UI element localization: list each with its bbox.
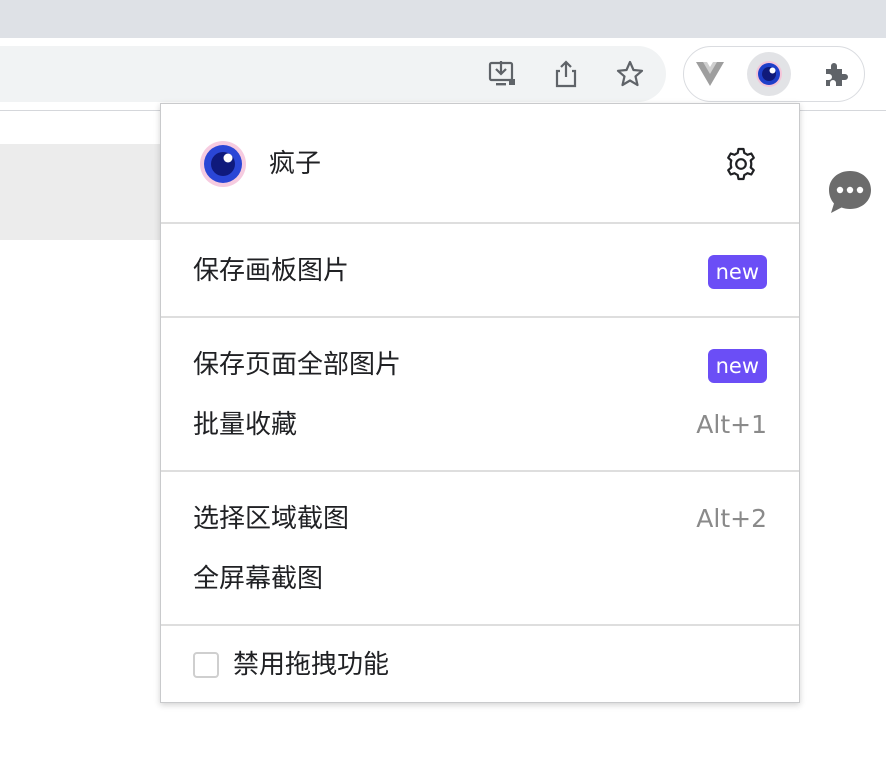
new-badge: new — [707, 349, 767, 383]
page-content-block — [0, 144, 160, 240]
menu-item-label: 批量收藏 — [193, 410, 298, 440]
save-board-images-item[interactable]: 保存画板图片 new — [161, 246, 799, 296]
share-icon[interactable] — [550, 58, 582, 90]
menu-item-label: 全屏幕截图 — [193, 564, 324, 594]
popup-header: 疯子 — [161, 104, 799, 222]
bookmark-star-icon[interactable] — [614, 58, 646, 90]
user-name: 疯子 — [269, 149, 322, 179]
menu-item-label: 保存页面全部图片 — [193, 350, 402, 380]
disable-drag-checkbox[interactable] — [193, 652, 219, 678]
chat-bubble-icon[interactable] — [826, 168, 874, 216]
menu-item-label: 选择区域截图 — [193, 504, 350, 534]
fullscreen-screenshot-item[interactable]: 全屏幕截图 — [161, 554, 799, 604]
save-all-page-images-item[interactable]: 保存页面全部图片 new — [161, 340, 799, 390]
disable-drag-option[interactable]: 禁用拖拽功能 — [161, 642, 799, 692]
shortcut-hint: Alt+2 — [696, 504, 767, 533]
checkbox-label: 禁用拖拽功能 — [233, 650, 390, 680]
section-divider — [161, 624, 799, 626]
batch-collect-item[interactable]: 批量收藏 Alt+1 — [161, 400, 799, 450]
section-divider — [161, 316, 799, 318]
section-divider — [161, 470, 799, 472]
area-screenshot-item[interactable]: 选择区域截图 Alt+2 — [161, 494, 799, 544]
section-divider — [161, 222, 799, 224]
shortcut-hint: Alt+1 — [696, 410, 767, 439]
gear-icon[interactable] — [723, 146, 759, 182]
menu-item-label: 保存画板图片 — [193, 256, 350, 286]
extension-popup: 疯子 保存画板图片 new 保存页面全部图片 new 批量收藏 Alt+1 选择… — [160, 103, 800, 703]
new-badge: new — [707, 255, 767, 289]
puzzle-extensions-icon[interactable] — [814, 52, 858, 96]
tab-strip — [0, 0, 886, 38]
eye-avatar-icon — [199, 140, 247, 188]
vue-devtools-icon[interactable] — [688, 52, 732, 96]
eye-extension-icon[interactable] — [747, 52, 791, 96]
extensions-area — [683, 46, 865, 102]
install-app-icon[interactable] — [486, 58, 518, 90]
